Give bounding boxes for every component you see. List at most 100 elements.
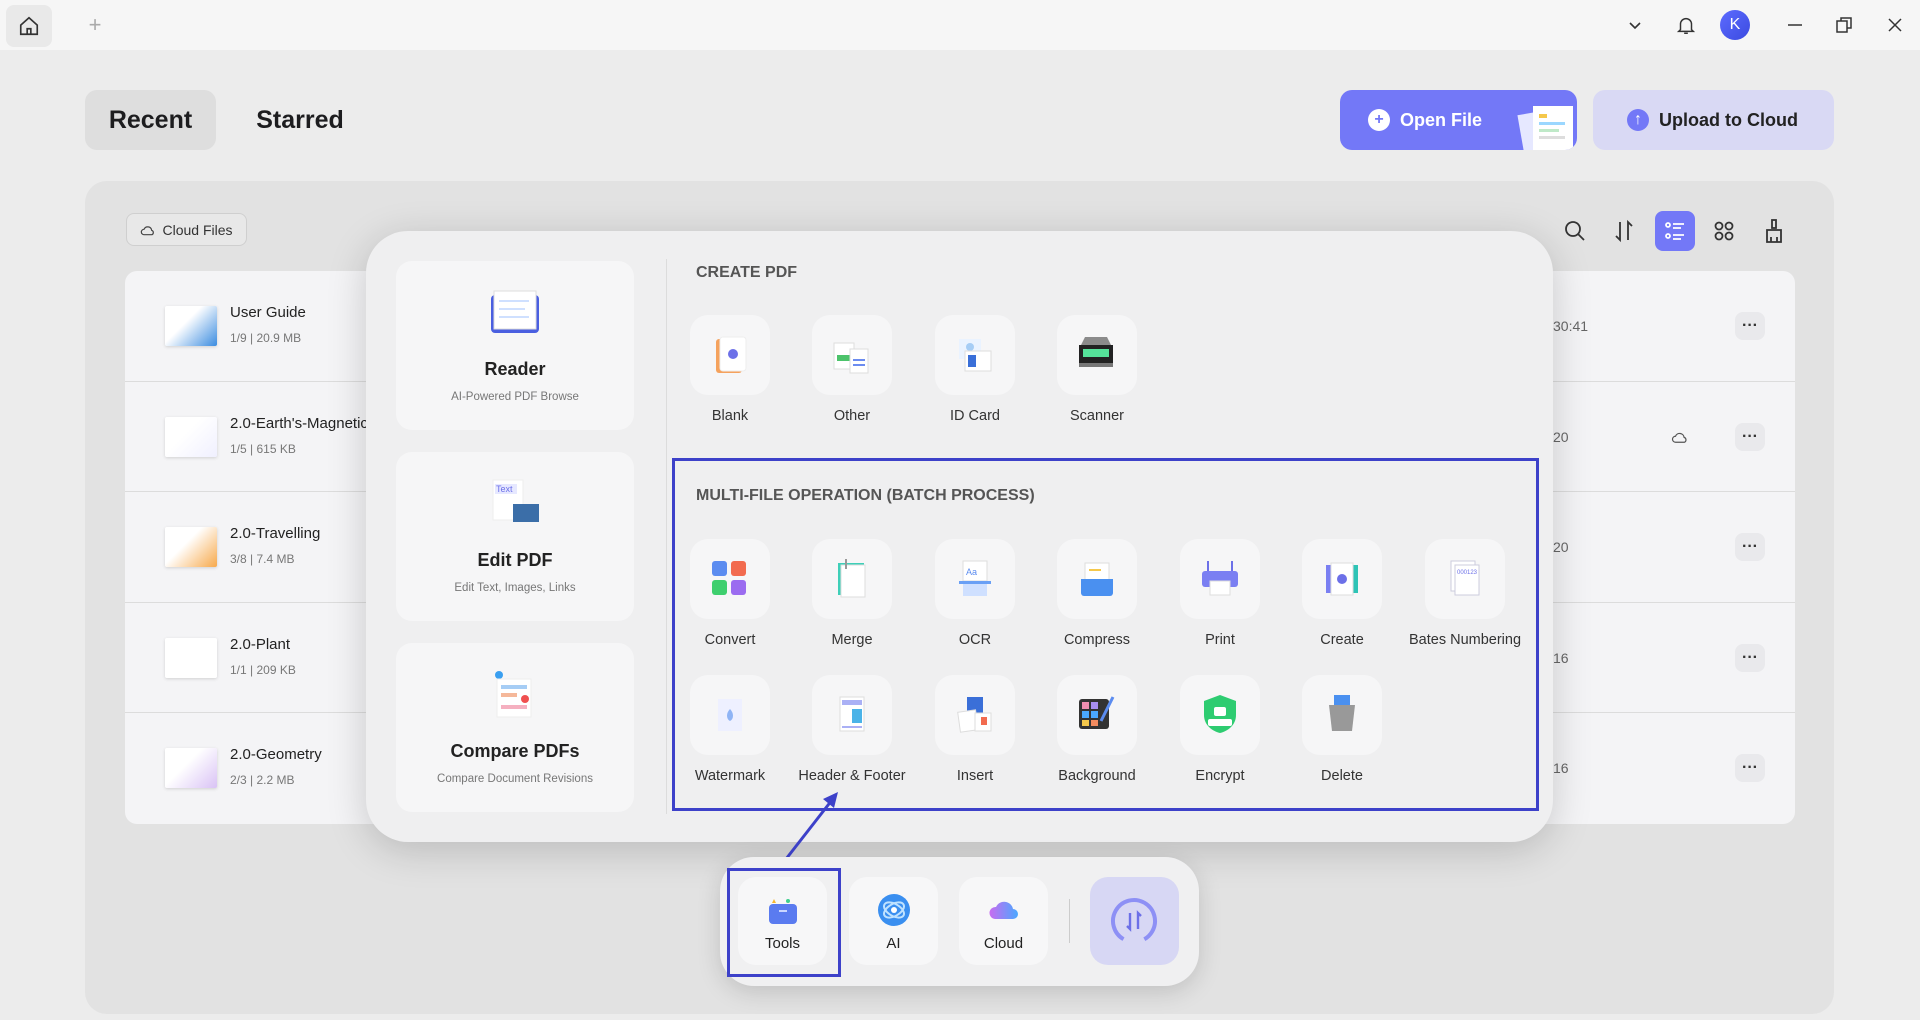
file-time: 20 <box>1553 539 1569 556</box>
divider <box>666 259 667 814</box>
tab-recent[interactable]: Recent <box>85 90 216 150</box>
close-button[interactable] <box>1875 5 1915 45</box>
dropdown-button[interactable] <box>1615 5 1655 45</box>
file-thumbnail <box>165 527 217 568</box>
cloud-icon[interactable] <box>1671 429 1689 445</box>
grid-view-icon <box>1714 221 1734 241</box>
account-button[interactable]: K <box>1715 5 1755 45</box>
file-title: 2.0-Plant <box>230 635 291 653</box>
file-thumbnail <box>165 416 217 457</box>
more-options-button[interactable]: ··· <box>1735 422 1765 451</box>
notifications-button[interactable] <box>1666 5 1706 45</box>
other-icon <box>833 342 869 374</box>
search-icon <box>1565 221 1585 241</box>
file-meta: 1/5 | 615 KB <box>230 441 296 456</box>
tool-scanner[interactable]: Scanner <box>1037 315 1157 424</box>
cloud-files-button[interactable]: Cloud Files <box>126 213 247 246</box>
sort-icon <box>1615 219 1633 243</box>
home-button[interactable] <box>6 5 52 47</box>
open-file-label: Open File <box>1400 109 1483 130</box>
book-icon <box>491 290 539 333</box>
upload-to-cloud-button[interactable]: ↑ Upload to Cloud <box>1593 90 1834 150</box>
tool-icon-box <box>812 315 892 395</box>
tool-other[interactable]: Other <box>792 315 912 424</box>
card-reader[interactable]: Reader AI-Powered PDF Browse <box>396 261 634 430</box>
card-title: Edit PDF <box>477 550 553 570</box>
dock-ai-label: AI <box>886 935 901 952</box>
convert-progress-icon <box>1111 898 1157 944</box>
card-subtitle: Compare Document Revisions <box>437 773 593 785</box>
more-options-button[interactable]: ··· <box>1735 754 1765 783</box>
card-title: Compare PDFs <box>450 741 580 761</box>
tool-icon-box <box>1057 315 1137 395</box>
ai-icon <box>878 894 910 926</box>
file-title: 2.0-Earth's-Magnetic <box>230 414 368 432</box>
clean-button[interactable] <box>1754 211 1794 251</box>
new-tab-button[interactable]: + <box>75 5 115 45</box>
card-title: Reader <box>484 359 546 379</box>
cloud-files-label: Cloud Files <box>162 221 233 238</box>
documents-illustration-icon <box>1517 106 1573 150</box>
card-compare-pdfs[interactable]: Compare PDFs Compare Document Revisions <box>396 643 634 812</box>
plus-icon: + <box>88 12 102 37</box>
search-button[interactable] <box>1555 211 1595 251</box>
tool-icon-box <box>690 315 770 395</box>
svg-text:Text: Text <box>496 484 513 494</box>
close-icon <box>1888 18 1902 32</box>
tool-label: Scanner <box>1069 408 1124 424</box>
create-pdf-heading: CREATE PDF <box>696 264 798 281</box>
title-bar: + K <box>0 0 1920 50</box>
chevron-down-icon <box>1629 22 1641 30</box>
more-options-button[interactable]: ··· <box>1735 312 1765 340</box>
card-subtitle: Edit Text, Images, Links <box>454 582 576 594</box>
dock-ai-button[interactable]: AI <box>849 877 938 965</box>
tool-idcard[interactable]: ID Card <box>915 315 1035 424</box>
open-file-button[interactable]: + Open File <box>1340 90 1577 150</box>
file-time: 20 <box>1553 428 1569 445</box>
tool-label: Other <box>833 408 871 424</box>
file-meta: 2/3 | 2.2 MB <box>230 773 295 788</box>
tab-starred[interactable]: Starred <box>235 90 365 150</box>
more-options-button[interactable]: ··· <box>1735 643 1765 672</box>
sort-button[interactable] <box>1604 211 1644 251</box>
upload-label: Upload to Cloud <box>1659 109 1798 130</box>
compare-icon <box>495 671 532 718</box>
file-meta: 3/8 | 7.4 MB <box>230 552 295 567</box>
cloud-icon <box>989 901 1018 919</box>
broom-icon <box>1766 219 1782 243</box>
dock-cloud-button[interactable]: Cloud <box>959 877 1048 965</box>
list-view-button[interactable] <box>1655 211 1695 251</box>
dock-divider <box>1069 899 1070 943</box>
dock-convert-button[interactable] <box>1090 877 1179 965</box>
file-thumbnail <box>165 748 217 789</box>
tool-label: Blank <box>711 408 749 424</box>
restore-button[interactable] <box>1824 5 1864 45</box>
file-title: User Guide <box>230 304 306 321</box>
batch-highlight-box <box>672 458 1539 811</box>
restore-icon <box>1836 17 1852 33</box>
upload-arrow-icon: ↑ <box>1627 109 1649 131</box>
file-time: 30:41 <box>1553 318 1589 334</box>
file-thumbnail <box>165 637 217 678</box>
more-options-button[interactable]: ··· <box>1735 533 1765 562</box>
file-time: 16 <box>1553 760 1569 777</box>
edit-text-icon: Text <box>492 479 539 522</box>
minimize-button[interactable] <box>1775 5 1815 45</box>
home-icon <box>19 16 39 36</box>
minimize-icon <box>1788 24 1802 26</box>
card-subtitle: AI-Powered PDF Browse <box>451 391 579 403</box>
grid-view-button[interactable] <box>1704 211 1744 251</box>
file-title: 2.0-Geometry <box>230 746 322 764</box>
avatar: K <box>1720 10 1750 40</box>
tool-icon-box <box>935 315 1015 395</box>
scanner-icon <box>1079 337 1113 367</box>
file-meta: 1/9 | 20.9 MB <box>230 331 302 345</box>
tool-label: ID Card <box>950 408 1000 424</box>
plus-circle-icon: + <box>1368 109 1390 131</box>
file-thumbnail <box>165 306 217 346</box>
card-edit-pdf[interactable]: Text Edit PDF Edit Text, Images, Links <box>396 452 634 621</box>
tools-highlight-box <box>727 868 841 977</box>
tool-blank[interactable]: Blank <box>670 315 790 424</box>
file-title: 2.0-Travelling <box>230 525 321 543</box>
file-meta: 1/1 | 209 KB <box>230 662 296 677</box>
